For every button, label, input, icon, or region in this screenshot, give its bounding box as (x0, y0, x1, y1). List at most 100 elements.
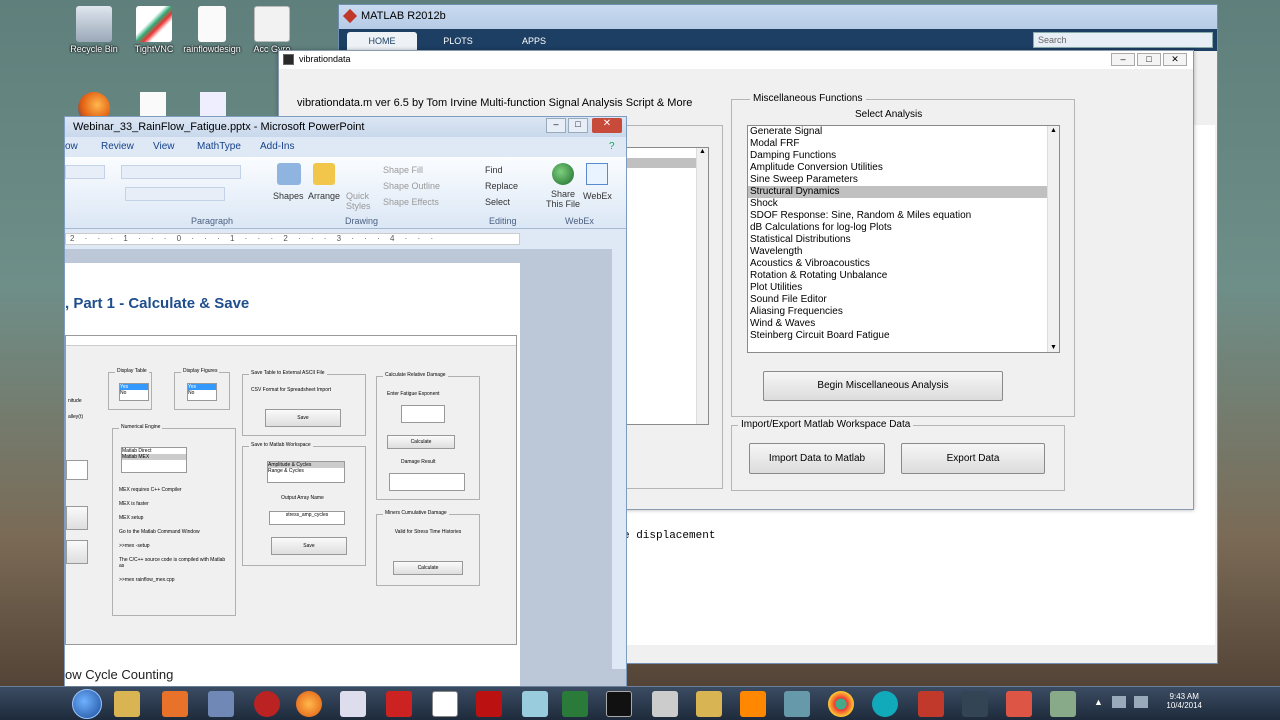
left-listbox[interactable]: ▲ (625, 147, 709, 425)
analysis-list-item[interactable]: Rotation & Rotating Unbalance (748, 270, 1059, 282)
matlab-search-input[interactable]: Search (1033, 32, 1213, 48)
scroll-up-icon[interactable]: ▲ (1048, 127, 1059, 134)
vlc-icon[interactable] (740, 691, 766, 717)
powerpoint-scrollbar[interactable] (612, 249, 626, 669)
analysis-list-item[interactable]: Shock (748, 198, 1059, 210)
analysis-list-item[interactable]: Damping Functions (748, 150, 1059, 162)
analysis-listbox[interactable]: Generate Signal Modal FRF Damping Function… (747, 125, 1060, 353)
command-output-text: e displacement (623, 530, 716, 542)
tab-slideshow[interactable]: ow (65, 141, 78, 152)
app-icon[interactable] (962, 691, 988, 717)
app-icon[interactable] (522, 691, 548, 717)
app-icon[interactable] (784, 691, 810, 717)
close-button[interactable]: ✕ (1163, 53, 1187, 66)
tab-add-ins[interactable]: Add-Ins (260, 141, 294, 152)
desktop-icon-tightvnc[interactable]: TightVNC (122, 6, 186, 54)
acrobat-icon[interactable] (386, 691, 412, 717)
replace-button[interactable]: Replace (485, 181, 518, 191)
begin-misc-analysis-button[interactable]: Begin Miscellaneous Analysis (763, 371, 1003, 401)
tab-home[interactable]: HOME (347, 32, 417, 51)
app-icon[interactable] (254, 691, 280, 717)
analysis-list-item[interactable]: Structural Dynamics (748, 186, 1059, 198)
app-icon[interactable] (652, 691, 678, 717)
analysis-list-item[interactable]: SDOF Response: Sine, Random & Miles equa… (748, 210, 1059, 222)
analysis-list-item[interactable]: Plot Utilities (748, 282, 1059, 294)
align-icons[interactable] (125, 187, 225, 201)
export-data-button[interactable]: Export Data (901, 443, 1045, 474)
excel-icon[interactable] (562, 691, 588, 717)
miners-group: Miners Cumulative Damage Valid for Stres… (376, 510, 480, 586)
share-this-file-button[interactable]: Share This File (545, 189, 581, 209)
shapes-icon[interactable] (277, 163, 301, 185)
notepad-icon[interactable] (340, 691, 366, 717)
desktop-icon-rainflowdesign[interactable]: rainflowdesign (180, 6, 244, 54)
select-button[interactable]: Select (485, 197, 510, 207)
analysis-list-item[interactable]: dB Calculations for log-log Plots (748, 222, 1059, 234)
volume-icon[interactable] (1134, 696, 1148, 708)
quick-styles-button[interactable]: Quick Styles (346, 191, 372, 211)
firefox-icon[interactable] (296, 691, 322, 717)
analysis-list-item[interactable]: Wavelength (748, 246, 1059, 258)
mathtype-icon[interactable] (432, 691, 458, 717)
tab-mathtype[interactable]: MathType (197, 141, 241, 152)
import-data-button[interactable]: Import Data to Matlab (749, 443, 885, 474)
shapes-button[interactable]: Shapes (273, 191, 304, 201)
help-icon[interactable]: ? (609, 141, 615, 152)
analysis-list-item[interactable]: Acoustics & Vibroacoustics (748, 258, 1059, 270)
shape-fill-button[interactable]: Shape Fill (383, 165, 423, 175)
shape-effects-button[interactable]: Shape Effects (383, 197, 439, 207)
network-icon[interactable] (1112, 696, 1126, 708)
analysis-list-item[interactable]: Statistical Distributions (748, 234, 1059, 246)
maximize-button[interactable]: □ (568, 118, 588, 133)
minimize-button[interactable]: – (546, 118, 566, 133)
analysis-list-item[interactable]: Modal FRF (748, 138, 1059, 150)
tab-review[interactable]: Review (101, 141, 134, 152)
analysis-list-item[interactable]: Amplitude Conversion Utilities (748, 162, 1059, 174)
vibrationdata-title-bar[interactable]: vibrationdata – □ ✕ (279, 51, 1193, 69)
slide[interactable]: , Part 1 - Calculate & Save nitude alley… (65, 263, 520, 693)
analysis-list-item[interactable]: Sine Sweep Parameters (748, 174, 1059, 186)
bullet-list-icon[interactable] (65, 165, 105, 179)
media-player-icon[interactable] (162, 691, 188, 717)
arrange-button[interactable]: Arrange (308, 191, 340, 201)
tray-clock[interactable]: 9:43 AM 10/4/2014 (1166, 692, 1202, 710)
list-format-icons[interactable] (121, 165, 241, 179)
filezilla-icon[interactable] (476, 691, 502, 717)
left-listbox-scrollbar[interactable]: ▲ (696, 148, 708, 424)
analysis-list-item[interactable]: Wind & Waves (748, 318, 1059, 330)
webex-button[interactable]: WebEx (583, 191, 612, 201)
matlab-icon[interactable] (918, 691, 944, 717)
skype-icon[interactable] (872, 691, 898, 717)
tab-plots[interactable]: PLOTS (423, 32, 493, 51)
virtualbox-icon[interactable] (208, 691, 234, 717)
analysis-list-item[interactable]: Sound File Editor (748, 294, 1059, 306)
enter-exponent-text: Enter Fatigue Exponent (387, 391, 440, 397)
arrange-icon[interactable] (313, 163, 335, 185)
close-button[interactable]: ✕ (592, 118, 622, 133)
tab-view[interactable]: View (153, 141, 175, 152)
scroll-down-icon[interactable]: ▼ (1048, 344, 1059, 351)
folder-icon[interactable] (696, 691, 722, 717)
analysis-list-item[interactable]: Aliasing Frequencies (748, 306, 1059, 318)
matlab-title-bar[interactable]: MATLAB R2012b (339, 5, 1217, 29)
desktop-icon-recycle-bin[interactable]: Recycle Bin (62, 6, 126, 54)
find-button[interactable]: Find (485, 165, 503, 175)
maximize-button[interactable]: □ (1137, 53, 1161, 66)
powerpoint-icon[interactable] (1006, 691, 1032, 717)
share-globe-icon[interactable] (552, 163, 574, 185)
webex-icon[interactable] (586, 163, 608, 185)
shape-outline-button[interactable]: Shape Outline (383, 181, 440, 191)
tab-apps[interactable]: APPS (499, 32, 569, 51)
desktop-icon-acc-gyro[interactable]: Acc Gyro (240, 6, 304, 54)
minimize-button[interactable]: – (1111, 53, 1135, 66)
analysis-list-item[interactable]: Steinberg Circuit Board Fatigue (748, 330, 1059, 342)
command-prompt-icon[interactable] (606, 691, 632, 717)
start-button[interactable] (72, 689, 102, 719)
analysis-listbox-scrollbar[interactable]: ▲ ▼ (1047, 126, 1059, 352)
app-icon[interactable] (1050, 691, 1076, 717)
chrome-icon[interactable] (828, 691, 854, 717)
powerpoint-title-bar[interactable]: Webinar_33_RainFlow_Fatigue.pptx - Micro… (65, 117, 626, 137)
analysis-list-item[interactable]: Generate Signal (748, 126, 1059, 138)
tray-expand-icon[interactable]: ▲ (1094, 697, 1103, 707)
explorer-icon[interactable] (114, 691, 140, 717)
